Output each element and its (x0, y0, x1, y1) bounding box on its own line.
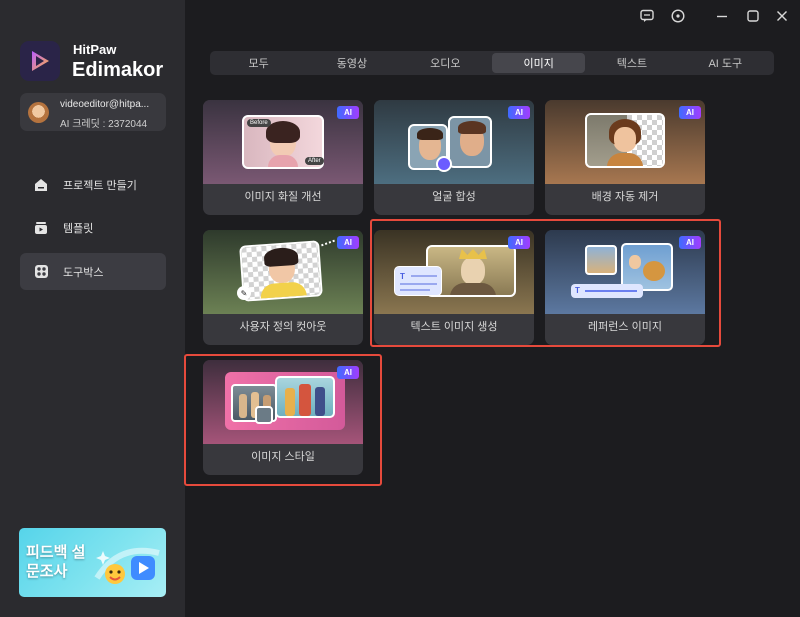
tool-card-background-remove[interactable]: AI 배경 자동 제거 (545, 100, 705, 215)
tab-image[interactable]: 이미지 (491, 53, 586, 73)
card-label: 얼굴 합성 (432, 191, 476, 203)
card-label: 이미지 스타일 (251, 451, 315, 463)
tool-card-custom-cutout[interactable]: ✎ AI 사용자 정의 컷아웃 (203, 230, 363, 345)
tool-card-reference-image[interactable]: T AI 레퍼런스 이미지 (545, 230, 705, 345)
feedback-illustration-icon (94, 547, 160, 584)
home-icon (33, 177, 49, 193)
template-icon (33, 220, 49, 236)
sidebar-item-template[interactable]: 템플릿 (20, 209, 166, 246)
tool-card-image-enhance[interactable]: Before After AI 이미지 화질 개선 (203, 100, 363, 215)
ai-badge: AI (337, 366, 359, 379)
ai-badge: AI (508, 236, 530, 249)
feedback-survey-banner[interactable]: 피드백 설문조사 (19, 528, 166, 597)
ai-badge: AI (679, 236, 701, 249)
maximize-icon[interactable] (744, 7, 762, 25)
sidebar-item-label: 템플릿 (63, 222, 94, 235)
card-label: 텍스트 이미지 생성 (410, 321, 498, 333)
tab-all[interactable]: 모두 (212, 53, 305, 73)
tool-card-text-to-image[interactable]: T AI 텍스트 이미지 생성 (374, 230, 534, 345)
card-label: 사용자 정의 컷아웃 (239, 321, 327, 333)
ai-badge: AI (679, 106, 701, 119)
toolbox-icon (33, 264, 49, 280)
sidebar-item-label: 도구박스 (63, 266, 104, 279)
minimize-icon[interactable] (713, 7, 731, 25)
brand-top: HitPaw (73, 42, 117, 57)
close-icon[interactable] (773, 7, 791, 25)
hitpaw-logo-icon (20, 41, 60, 81)
feedback-survey-text: 피드백 설문조사 (26, 544, 86, 580)
tab-audio[interactable]: 오디오 (399, 53, 492, 73)
card-label: 레퍼런스 이미지 (588, 321, 662, 333)
tab-text[interactable]: 텍스트 (585, 53, 678, 73)
category-tabs: 모두 동영상 오디오 이미지 텍스트 AI 도구 (210, 51, 774, 75)
info-icon[interactable] (669, 7, 687, 25)
account-email: videoeditor@hitpa... (60, 99, 150, 110)
ai-badge: AI (337, 106, 359, 119)
tool-card-face-swap[interactable]: AI 얼굴 합성 (374, 100, 534, 215)
sidebar-item-create-project[interactable]: 프로젝트 만들기 (20, 166, 166, 203)
sidebar: HitPaw Edimakor videoeditor@hitpa... AI … (0, 0, 185, 617)
account-panel[interactable]: videoeditor@hitpa... AI 크레딧 : 2372044 (20, 93, 166, 131)
card-label: 배경 자동 제거 (591, 191, 659, 203)
tab-ai-tools[interactable]: AI 도구 (679, 53, 772, 73)
sidebar-item-label: 프로젝트 만들기 (63, 179, 137, 192)
ai-credit: AI 크레딧 : 2372044 (60, 119, 148, 130)
brand-bottom: Edimakor (72, 59, 164, 81)
tool-card-image-style[interactable]: AI 이미지 스타일 (203, 360, 363, 475)
card-label: 이미지 화질 개선 (244, 191, 322, 203)
ai-badge: AI (337, 236, 359, 249)
tab-video[interactable]: 동영상 (305, 53, 398, 73)
ai-badge: AI (508, 106, 530, 119)
feedback-icon[interactable] (638, 7, 656, 25)
sidebar-item-toolbox[interactable]: 도구박스 (20, 253, 166, 290)
avatar (28, 102, 49, 123)
before-tag: Before (247, 119, 271, 127)
after-tag: After (305, 157, 324, 165)
